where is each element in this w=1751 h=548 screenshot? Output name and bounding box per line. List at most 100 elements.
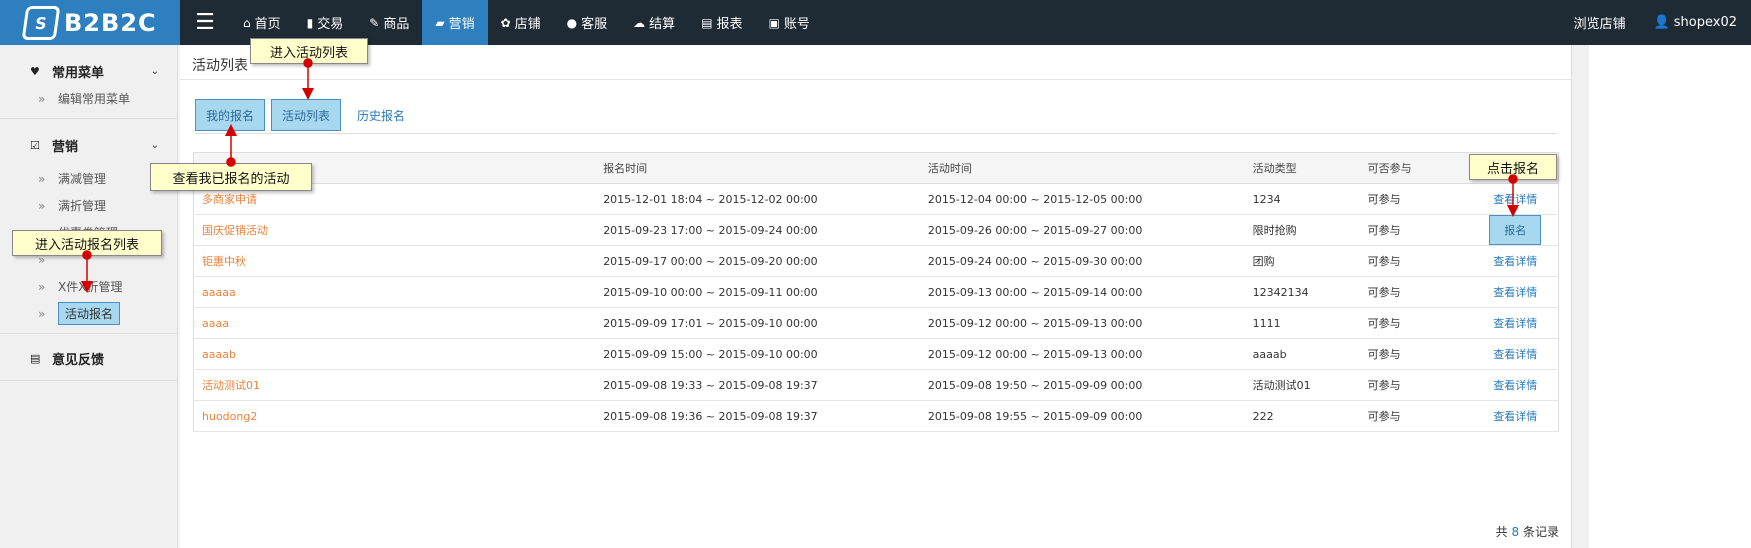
signup-time-cell: 2015-09-23 17:00 ~ 2015-09-24 00:00 — [603, 214, 928, 246]
divider — [195, 133, 1557, 134]
activity-name-link[interactable]: huodong2 — [193, 400, 604, 432]
nav-item-4[interactable]: ✿ 店铺 — [488, 0, 554, 45]
nav-item-label: 结算 — [649, 17, 676, 32]
sidebar-head-label: 营销 — [52, 139, 79, 155]
nav-item-label: 首页 — [254, 17, 281, 32]
logo-mark: S — [21, 5, 61, 40]
activity-time-cell: 2015-09-08 19:55 ~ 2015-09-09 00:00 — [927, 400, 1253, 432]
activity-name-link[interactable]: 活动测试01 — [193, 369, 604, 401]
activity-name-link[interactable]: 钜惠中秋 — [193, 245, 604, 277]
participation-cell: 可参与 — [1367, 183, 1473, 215]
page-title: 活动列表 — [192, 58, 248, 74]
chevron-down-icon: ⌄ — [150, 65, 159, 77]
activity-time-cell: 2015-09-12 00:00 ~ 2015-09-13 00:00 — [927, 307, 1253, 339]
logo-text: B2B2C — [64, 8, 157, 37]
signup-time-cell: 2015-09-08 19:36 ~ 2015-09-08 19:37 — [603, 400, 928, 432]
double-chevron-icon: » — [38, 306, 46, 321]
activity-type-cell: 1111 — [1252, 307, 1368, 339]
table-row: 国庆促销活动 2015-09-23 17:00 ~ 2015-09-24 00:0… — [193, 214, 1559, 246]
signup-button[interactable]: 报名 — [1489, 215, 1542, 245]
tab-activity-list[interactable]: 活动列表 — [271, 99, 342, 131]
activity-time-cell: 2015-09-13 00:00 ~ 2015-09-14 00:00 — [927, 276, 1253, 308]
scrollbar[interactable] — [1571, 45, 1589, 548]
activity-type-cell: 限时抢购 — [1252, 214, 1368, 246]
column-header: 活动时间 — [927, 152, 1253, 184]
action-cell: 查看详情 — [1472, 338, 1559, 370]
double-chevron-icon: » — [38, 279, 46, 294]
user-icon: 👤 — [1653, 15, 1670, 30]
tab-my-signups[interactable]: 我的报名 — [195, 99, 266, 131]
activity-time-cell: 2015-12-04 00:00 ~ 2015-12-05 00:00 — [927, 183, 1253, 215]
view-details-link[interactable]: 查看详情 — [1493, 255, 1537, 268]
record-count-number: 8 — [1511, 525, 1520, 539]
table-row: aaaaa 2015-09-10 00:00 ~ 2015-09-11 00:00… — [193, 276, 1559, 308]
table-row: 多商家申请 2015-12-01 18:04 ~ 2015-12-02 00:00… — [193, 183, 1559, 215]
table-row: aaaa 2015-09-09 17:01 ~ 2015-09-10 00:00 2… — [193, 307, 1559, 339]
callout-enter-signup-list: 进入活动报名列表 — [12, 230, 162, 256]
signup-time-cell: 2015-09-09 17:01 ~ 2015-09-10 00:00 — [603, 307, 928, 339]
nav-item-label: 交易 — [317, 17, 344, 32]
bookmark-icon: ▰ — [435, 15, 445, 30]
browse-store-link[interactable]: 浏览店铺 — [1560, 13, 1640, 32]
sidebar-item-activity-signup[interactable]: » 活动报名 — [0, 300, 177, 327]
callout-enter-list: 进入活动列表 — [250, 38, 368, 64]
sidebar-head-common[interactable]: ♥ 常用菜单 ⌄ — [0, 57, 177, 85]
nav-item-5[interactable]: ● 客服 — [554, 0, 621, 45]
view-details-link[interactable]: 查看详情 — [1493, 410, 1537, 423]
sidebar-item-edit-common[interactable]: » 编辑常用菜单 — [0, 85, 177, 112]
nav-item-8[interactable]: ▣ 账号 — [756, 0, 823, 45]
signup-time-cell: 2015-12-01 18:04 ~ 2015-12-02 00:00 — [603, 183, 928, 215]
nav-item-7[interactable]: ▤ 报表 — [688, 0, 755, 45]
record-count-prefix: 共 — [1495, 525, 1508, 539]
double-chevron-icon: » — [38, 198, 46, 213]
sidebar-head-feedback[interactable]: ▤ 意见反馈 — [0, 344, 177, 372]
callout-click-signup: 点击报名 — [1469, 154, 1557, 180]
nav-item-label: 营销 — [448, 17, 475, 32]
sidebar-item-label: 满折管理 — [58, 199, 107, 213]
action-cell: 报名 — [1472, 214, 1559, 246]
column-header: 活动类型 — [1252, 152, 1368, 184]
view-details-link[interactable]: 查看详情 — [1493, 379, 1537, 392]
nav-item-label: 商品 — [383, 17, 410, 32]
participation-cell: 可参与 — [1367, 369, 1473, 401]
username: shopex02 — [1673, 15, 1737, 30]
menu-toggle-icon[interactable]: ☰ — [180, 0, 230, 45]
nav-item-label: 账号 — [783, 17, 810, 32]
user-menu[interactable]: 👤 shopex02 — [1640, 15, 1751, 30]
activity-name-link[interactable]: 国庆促销活动 — [193, 214, 604, 246]
activity-name-link[interactable]: aaaab — [193, 338, 604, 370]
sidebar-head-marketing[interactable]: ☑ 营销 ⌄ — [0, 131, 177, 159]
main-content: 活动列表 我的报名 活动列表 历史报名 报名时间 活动时间 活动类型 可否参与 … — [180, 45, 1571, 548]
action-cell: 查看详情 — [1472, 369, 1559, 401]
action-cell: 查看详情 — [1472, 183, 1559, 215]
table-header-row: 报名时间 活动时间 活动类型 可否参与 — [193, 152, 1559, 184]
sidebar-item-label: 活动报名 — [58, 302, 121, 325]
participation-cell: 可参与 — [1367, 338, 1473, 370]
activity-time-cell: 2015-09-24 00:00 ~ 2015-09-30 00:00 — [927, 245, 1253, 277]
sidebar-item-label: X件X折管理 — [58, 280, 123, 294]
activity-name-link[interactable]: aaaa — [193, 307, 604, 339]
sidebar-item-x-discount[interactable]: » X件X折管理 — [0, 273, 177, 300]
edit-icon: ✎ — [369, 15, 380, 30]
double-chevron-icon: » — [38, 171, 46, 186]
chevron-down-icon: ⌄ — [150, 139, 159, 151]
sidebar-item-label: 满减管理 — [58, 172, 107, 186]
tab-history[interactable]: 历史报名 — [347, 99, 415, 131]
activity-type-cell: aaaab — [1252, 338, 1368, 370]
activity-name-link[interactable]: aaaaa — [193, 276, 604, 308]
view-details-link[interactable]: 查看详情 — [1493, 317, 1537, 330]
nav-item-6[interactable]: ☁ 结算 — [620, 0, 688, 45]
sidebar-section-marketing: ☑ 营销 ⌄ »满减管理 »满折管理 »优惠券管理 » »X件X折管理 »活动报… — [0, 119, 177, 334]
table-row: huodong2 2015-09-08 19:36 ~ 2015-09-08 19… — [193, 400, 1559, 432]
logo[interactable]: S B2B2C — [0, 0, 180, 45]
view-details-link[interactable]: 查看详情 — [1493, 193, 1537, 206]
view-details-link[interactable]: 查看详情 — [1493, 348, 1537, 361]
activity-type-cell: 1234 — [1252, 183, 1368, 215]
sidebar-item-full-discount[interactable]: » 满折管理 — [0, 192, 177, 219]
view-details-link[interactable]: 查看详情 — [1493, 286, 1537, 299]
nav-item-3[interactable]: ▰ 营销 — [422, 0, 488, 45]
nav-item-label: 客服 — [581, 17, 608, 32]
activity-time-cell: 2015-09-26 00:00 ~ 2015-09-27 00:00 — [927, 214, 1253, 246]
heart-icon: ♥ — [30, 64, 40, 78]
chat-icon: ● — [566, 15, 578, 30]
